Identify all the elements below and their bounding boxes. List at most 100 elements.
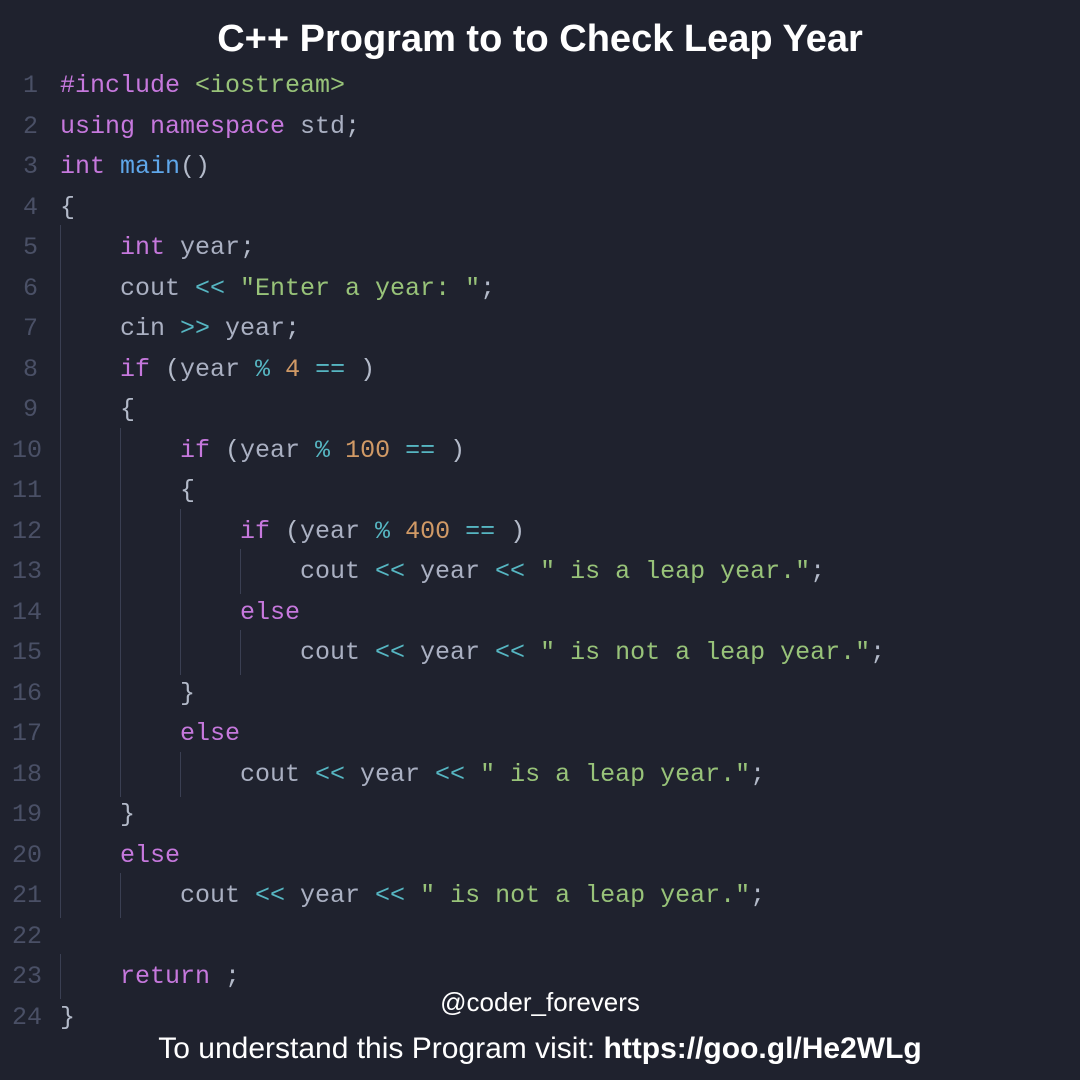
code-content: } bbox=[60, 679, 1068, 708]
token: ( bbox=[225, 436, 240, 465]
token: << bbox=[435, 760, 480, 789]
token: year bbox=[180, 355, 255, 384]
code-content: } bbox=[60, 800, 1068, 829]
code-content: if (year % 100 == ) bbox=[60, 436, 1068, 465]
code-line: 19} bbox=[12, 800, 1068, 841]
token: " is not a leap year." bbox=[540, 638, 870, 667]
token: << bbox=[315, 760, 360, 789]
token: ; bbox=[345, 112, 360, 141]
token: year bbox=[420, 638, 495, 667]
code-content: { bbox=[60, 395, 1068, 424]
token: year bbox=[360, 760, 435, 789]
token: ; bbox=[810, 557, 825, 586]
token: ; bbox=[750, 881, 765, 910]
token: == bbox=[465, 517, 510, 546]
line-number: 4 bbox=[12, 193, 60, 222]
line-number: 11 bbox=[12, 476, 60, 505]
code-line: 21cout << year << " is not a leap year."… bbox=[12, 881, 1068, 922]
code-line: 3int main() bbox=[12, 152, 1068, 193]
token: << bbox=[375, 638, 420, 667]
token: std bbox=[300, 112, 345, 141]
token: { bbox=[60, 193, 75, 222]
footer-link: https://goo.gl/He2WLg bbox=[603, 1032, 921, 1065]
token: int bbox=[120, 233, 180, 262]
code-line: 20 else bbox=[12, 841, 1068, 882]
token: cout bbox=[120, 274, 195, 303]
token: ; bbox=[480, 274, 495, 303]
code-line: 17else bbox=[12, 719, 1068, 760]
token: ) bbox=[360, 355, 375, 384]
token: ; bbox=[750, 760, 765, 789]
line-number: 3 bbox=[12, 152, 60, 181]
code-line: 12if (year % 400 == ) bbox=[12, 517, 1068, 558]
code-line: 7cin >> year; bbox=[12, 314, 1068, 355]
token: cout bbox=[180, 881, 255, 910]
token: year bbox=[225, 314, 285, 343]
token: 4 bbox=[285, 355, 315, 384]
code-content: cout << year << " is a leap year."; bbox=[60, 760, 1068, 789]
token: % bbox=[255, 355, 285, 384]
token: { bbox=[120, 395, 135, 424]
code-line: 9{ bbox=[12, 395, 1068, 436]
token: { bbox=[180, 476, 195, 505]
token: ( bbox=[285, 517, 300, 546]
token: namespace bbox=[150, 112, 300, 141]
token: cout bbox=[300, 557, 375, 586]
token: year bbox=[180, 233, 240, 262]
line-number: 16 bbox=[12, 679, 60, 708]
code-line: 16} bbox=[12, 679, 1068, 720]
line-number: 2 bbox=[12, 112, 60, 141]
line-number: 21 bbox=[12, 881, 60, 910]
page-title: C++ Program to to Check Leap Year bbox=[0, 0, 1080, 71]
token: () bbox=[180, 152, 210, 181]
footer-text: To understand this Program visit: bbox=[158, 1032, 603, 1065]
code-content: { bbox=[60, 193, 1068, 222]
token: " is not a leap year." bbox=[420, 881, 750, 910]
token: % bbox=[375, 517, 405, 546]
token: else bbox=[240, 598, 300, 627]
token: == bbox=[315, 355, 360, 384]
token: cout bbox=[240, 760, 315, 789]
code-line: 1#include <iostream> bbox=[12, 71, 1068, 112]
code-content: if (year % 4 == ) bbox=[60, 355, 1068, 384]
token: if bbox=[120, 355, 165, 384]
token: ; bbox=[285, 314, 300, 343]
token: cout bbox=[300, 638, 375, 667]
token: 100 bbox=[345, 436, 405, 465]
token: ; bbox=[240, 233, 255, 262]
code-content: int main() bbox=[60, 152, 1068, 181]
token: 400 bbox=[405, 517, 465, 546]
token: else bbox=[120, 841, 180, 870]
code-line: 14else bbox=[12, 598, 1068, 639]
code-line: 13cout << year << " is a leap year."; bbox=[12, 557, 1068, 598]
code-line: 10if (year % 100 == ) bbox=[12, 436, 1068, 477]
token: <iostream> bbox=[195, 71, 345, 100]
token: << bbox=[495, 557, 540, 586]
line-number: 10 bbox=[12, 436, 60, 465]
line-number: 13 bbox=[12, 557, 60, 586]
token: ) bbox=[450, 436, 465, 465]
code-content: { bbox=[60, 476, 1068, 505]
token: year bbox=[240, 436, 315, 465]
token: year bbox=[420, 557, 495, 586]
token: "Enter a year: " bbox=[240, 274, 480, 303]
token: year bbox=[300, 517, 375, 546]
code-line: 15cout << year << " is not a leap year."… bbox=[12, 638, 1068, 679]
code-content: #include <iostream> bbox=[60, 71, 1068, 100]
token: } bbox=[180, 679, 195, 708]
token: cin bbox=[120, 314, 180, 343]
code-content: cout << "Enter a year: "; bbox=[60, 274, 1068, 303]
author-handle: @coder_forevers bbox=[0, 987, 1080, 1018]
token: << bbox=[195, 274, 240, 303]
token: main bbox=[120, 152, 180, 181]
token: ( bbox=[165, 355, 180, 384]
token: % bbox=[315, 436, 345, 465]
line-number: 22 bbox=[12, 922, 60, 951]
code-content: cin >> year; bbox=[60, 314, 1068, 343]
line-number: 20 bbox=[12, 841, 60, 870]
line-number: 1 bbox=[12, 71, 60, 100]
token: >> bbox=[180, 314, 225, 343]
footer-note: To understand this Program visit: https:… bbox=[0, 1032, 1080, 1066]
line-number: 6 bbox=[12, 274, 60, 303]
code-line: 8if (year % 4 == ) bbox=[12, 355, 1068, 396]
